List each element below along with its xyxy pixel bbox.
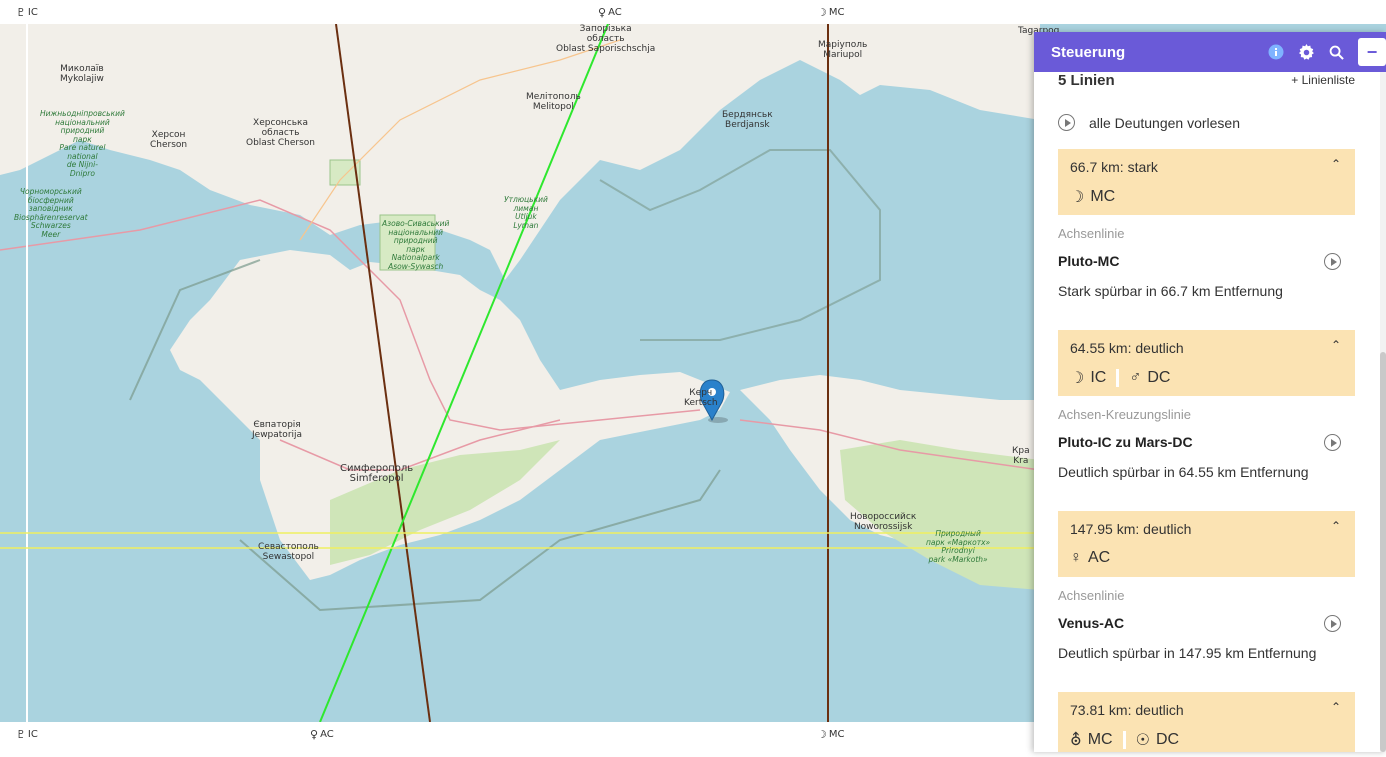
entry-name: Venus-AC	[1058, 615, 1125, 631]
place-label: Херсон Cherson	[150, 130, 188, 150]
entry-symbols: ☽ MC	[1070, 187, 1115, 207]
place-label: Кра Kra	[1012, 446, 1030, 466]
gear-icon[interactable]	[1296, 42, 1316, 62]
symbol-label: MC	[1087, 731, 1113, 748]
entry-header[interactable]: 64.55 km: deutlich ⌃ ☽ IC ♂ DC	[1058, 330, 1355, 396]
symbol-separator	[1122, 731, 1126, 749]
line-entry: 147.95 km: deutlich ⌃ ♀ AC Achsenlinie V…	[1058, 511, 1355, 661]
entry-name-row: Pluto-IC zu Mars-DC	[1058, 434, 1355, 454]
chevron-up-icon[interactable]: ⌃	[1331, 700, 1341, 714]
axis-label-moon-mc: ☽ MC	[817, 728, 845, 741]
entry-description: Stark spürbar in 66.7 km Entfernung	[1058, 283, 1283, 299]
scrollbar-thumb[interactable]	[1380, 352, 1386, 752]
panel-header: Steuerung −	[1034, 32, 1386, 72]
read-all-label: alle Deutungen vorlesen	[1089, 114, 1240, 131]
axis-strip-top: ♇ IC ♀ AC ☽ MC	[0, 0, 1386, 24]
read-all-button[interactable]: alle Deutungen vorlesen	[1058, 114, 1240, 131]
park-label: Азово-Сиваський національний природний парк…	[382, 219, 450, 271]
park-label: Утлюцький лиман Utljuk Lyman	[504, 195, 548, 230]
symbol-label: DC	[1147, 369, 1171, 386]
sun-icon: ☉	[1135, 732, 1150, 749]
entry-distance: 73.81 km: deutlich	[1070, 702, 1184, 718]
mars-icon: ♂	[1129, 369, 1142, 386]
place-label: Новороссийск Noworossijsk	[850, 512, 917, 532]
minimize-button[interactable]: −	[1358, 38, 1386, 66]
entry-distance: 147.95 km: deutlich	[1070, 521, 1192, 537]
entry-category: Achsenlinie	[1058, 226, 1125, 241]
entry-header[interactable]: 66.7 km: stark ⌃ ☽ MC	[1058, 149, 1355, 215]
entry-symbols: ♀ AC	[1070, 549, 1110, 567]
place-label: Бердянськ Berdjansk	[722, 110, 773, 130]
entry-name: Pluto-IC zu Mars-DC	[1058, 434, 1193, 450]
chevron-up-icon[interactable]: ⌃	[1331, 338, 1341, 352]
axis-label-venus-ac: ♀ AC	[310, 728, 334, 741]
play-icon[interactable]	[1324, 434, 1341, 451]
search-icon[interactable]	[1326, 42, 1346, 62]
axis-label-venus-ac: ♀ AC	[598, 6, 622, 19]
axis-label-pluto-ic: ♇ IC	[16, 6, 38, 19]
line-count-row: 5 Linien + Linienliste	[1058, 72, 1355, 89]
entry-category: Achsen-Kreuzungslinie	[1058, 407, 1191, 422]
venus-icon: ♀	[1070, 549, 1082, 566]
line-count-title: 5 Linien	[1058, 72, 1115, 89]
entry-symbols: ⛢ MC ☉ DC	[1070, 730, 1179, 750]
line-entry: 66.7 km: stark ⌃ ☽ MC Achsenlinie Pluto-…	[1058, 149, 1355, 299]
entry-distance: 66.7 km: stark	[1070, 159, 1158, 175]
panel-title: Steuerung	[1051, 43, 1126, 61]
symbol-label: AC	[1088, 549, 1111, 566]
entry-name-row: Pluto-MC	[1058, 253, 1355, 273]
axis-label-pluto-ic: ♇ IC	[16, 728, 38, 741]
park-label: Чорноморський біосферний заповідник Biosphä…	[14, 187, 88, 239]
place-label: Євпаторія Jewpatorija	[252, 420, 303, 440]
symbol-label: DC	[1155, 731, 1180, 748]
place-label: Симферополь Simferopol	[340, 463, 414, 484]
entry-description: Deutlich spürbar in 64.55 km Entfernung	[1058, 464, 1309, 480]
place-label: Севастополь Sewastopol	[258, 542, 319, 562]
symbol-label: IC	[1090, 369, 1107, 386]
line-list-button[interactable]: + Linienliste	[1291, 73, 1355, 87]
line-entry: 73.81 km: deutlich ⌃ ⛢ MC ☉ DC	[1058, 692, 1355, 752]
place-label: Маріуполь Mariupol	[818, 40, 868, 60]
uranus-icon: ⛢	[1070, 732, 1082, 749]
place-label: Херсонська область Oblast Cherson	[246, 118, 316, 148]
park-label: Нижньодніпровський національний природний п…	[40, 109, 125, 178]
play-icon[interactable]	[1324, 253, 1341, 270]
info-icon[interactable]	[1266, 42, 1286, 62]
moon-icon: ☽	[1070, 189, 1085, 206]
place-label: Миколаїв Mykolajiw	[60, 64, 104, 84]
scrollbar[interactable]	[1380, 72, 1386, 752]
entry-description: Deutlich spürbar in 147.95 km Entfernung	[1058, 645, 1317, 661]
park-label: Природный парк «Маркотх» Prirodnyi park «Ma…	[926, 529, 991, 564]
moon-icon: ☽	[1070, 370, 1085, 387]
place-label: Запорізька область Oblast Saporischschja	[556, 24, 656, 54]
chevron-up-icon[interactable]: ⌃	[1331, 157, 1341, 171]
entry-distance: 64.55 km: deutlich	[1070, 340, 1184, 356]
entry-name-row: Venus-AC	[1058, 615, 1355, 635]
entry-category: Achsenlinie	[1058, 588, 1125, 603]
place-label: Мелітополь Melitopol	[526, 92, 581, 112]
play-icon[interactable]	[1324, 615, 1341, 632]
symbol-label: MC	[1090, 188, 1116, 205]
play-icon	[1058, 114, 1075, 131]
entry-name: Pluto-MC	[1058, 253, 1120, 269]
entry-header[interactable]: 147.95 km: deutlich ⌃ ♀ AC	[1058, 511, 1355, 577]
panel-body: 5 Linien + Linienliste alle Deutungen vo…	[1034, 72, 1366, 752]
place-label: Керч Kertsch	[684, 388, 718, 408]
entry-symbols: ☽ IC ♂ DC	[1070, 368, 1170, 388]
entry-header[interactable]: 73.81 km: deutlich ⌃ ⛢ MC ☉ DC	[1058, 692, 1355, 752]
line-entry: 64.55 km: deutlich ⌃ ☽ IC ♂ DC Achsen-Kr…	[1058, 330, 1355, 480]
axis-label-moon-mc: ☽ MC	[817, 6, 845, 19]
chevron-up-icon[interactable]: ⌃	[1331, 519, 1341, 533]
control-panel: Steuerung − 5 Linien + Linienliste alle …	[1034, 32, 1386, 752]
symbol-separator	[1116, 369, 1120, 387]
